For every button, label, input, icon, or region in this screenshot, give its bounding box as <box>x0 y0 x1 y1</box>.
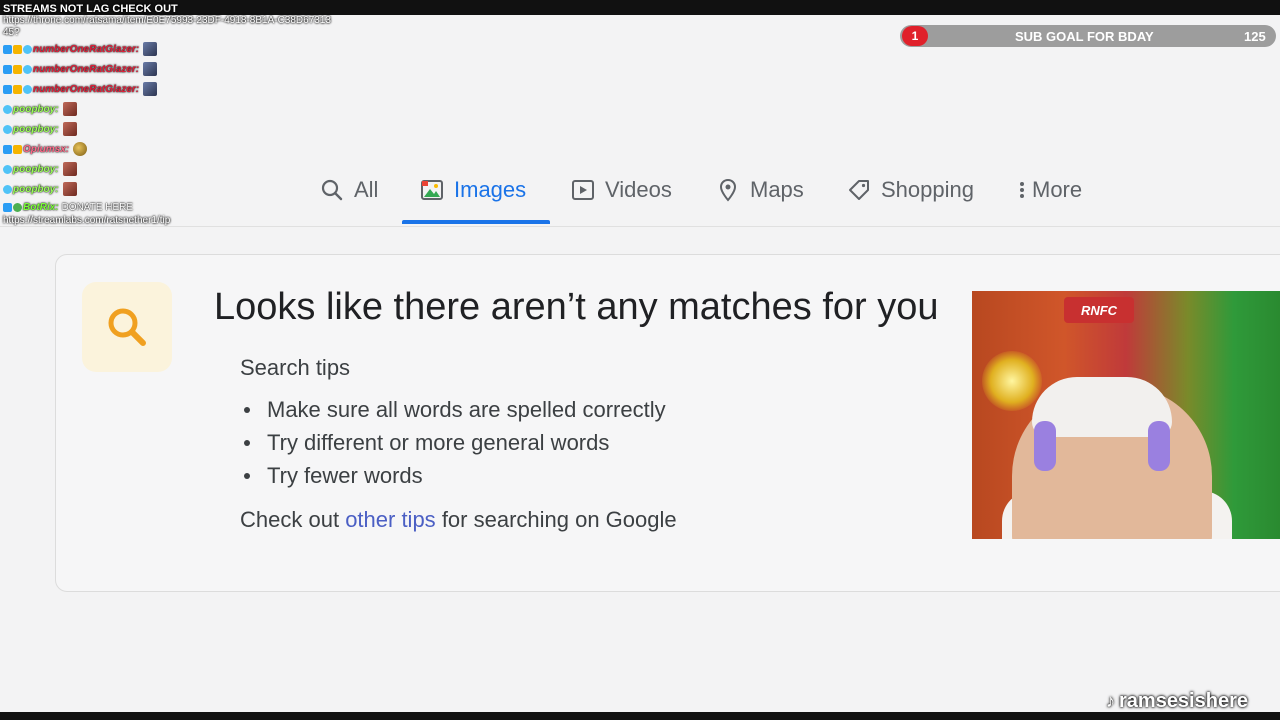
no-results-headline: Looks like there aren’t any matches for … <box>214 286 939 328</box>
search-tip: Try fewer words <box>240 459 666 492</box>
verified-badge-icon <box>23 64 32 74</box>
sub-goal-label: SUB GOAL FOR BDAY <box>1015 29 1154 44</box>
emote-icon <box>143 42 158 56</box>
tab-label: Shopping <box>881 177 974 202</box>
tab-images[interactable]: Images <box>420 160 526 220</box>
emote-icon <box>143 82 158 96</box>
chat-username: poopboy: <box>13 103 59 115</box>
chat-header-line: STREAMS NOT LAG CHECK OUT <box>3 3 178 15</box>
chat-header-url: https://throne.com/ratsama/item/E0E75993… <box>3 15 331 38</box>
crown-badge-icon <box>13 84 22 94</box>
magnifier-icon <box>108 308 146 346</box>
chat-username: numberOneRatGlazer: <box>33 43 140 55</box>
chat-username: numberOneRatGlazer: <box>33 63 140 75</box>
map-pin-icon <box>719 178 737 202</box>
chat-message: numberOneRatGlazer: <box>3 79 343 99</box>
tab-label: All <box>354 177 379 202</box>
chat-username: numberOneRatGlazer: <box>33 83 140 95</box>
chat-username: Opiumsx: <box>23 143 70 155</box>
tab-videos[interactable]: Videos <box>571 160 672 220</box>
watermark-handle: ramsesishere <box>1119 690 1248 712</box>
emote-icon <box>73 142 88 156</box>
search-tip: Try different or more general words <box>240 426 666 459</box>
chat-message: poopboy: <box>3 99 343 119</box>
active-tab-indicator <box>402 220 550 224</box>
lamp-light <box>982 351 1042 411</box>
crown-badge-icon <box>13 64 22 74</box>
emote-icon <box>143 62 158 76</box>
checkout-line: Check out other tips for searching on Go… <box>240 507 677 533</box>
tab-label: Images <box>454 177 527 202</box>
search-icon <box>321 179 343 201</box>
verified-badge-icon <box>3 104 12 114</box>
search-tip: Make sure all words are spelled correctl… <box>240 393 666 426</box>
search-tabs: All Images Videos Maps Shopping More <box>0 160 1280 226</box>
more-vert-icon <box>1020 182 1024 198</box>
verified-badge-icon <box>3 124 12 134</box>
other-tips-link[interactable]: other tips <box>345 507 436 532</box>
verified-badge-icon <box>23 44 32 54</box>
checkout-prefix: Check out <box>240 507 340 532</box>
tiktok-watermark: ♪ ramsesishere <box>1106 690 1248 713</box>
prime-badge-icon <box>3 44 12 54</box>
emote-icon <box>62 102 77 116</box>
play-icon <box>572 180 594 200</box>
search-illustration <box>82 282 172 372</box>
verified-badge-icon <box>23 84 32 94</box>
tag-icon <box>849 180 869 200</box>
tab-label: More <box>1032 177 1083 202</box>
chat-message: numberOneRatGlazer: <box>3 39 343 59</box>
tab-maps[interactable]: Maps <box>716 160 804 220</box>
chat-message: numberOneRatGlazer: <box>3 59 343 79</box>
room-banner: RNFC <box>1064 297 1134 323</box>
emote-icon <box>62 122 77 136</box>
tab-shopping[interactable]: Shopping <box>847 160 974 220</box>
tab-more[interactable]: More <box>1016 160 1082 220</box>
headphone-right <box>1148 421 1170 471</box>
tab-label: Maps <box>750 177 804 202</box>
tab-label: Videos <box>605 177 672 202</box>
search-tips-title: Search tips <box>240 355 351 380</box>
sub-goal-target: 125 <box>1244 29 1266 44</box>
sub-goal-current: 1 <box>902 26 928 46</box>
stream-bottom-bar <box>0 712 1280 720</box>
tab-all[interactable]: All <box>320 160 378 220</box>
image-icon <box>421 180 443 200</box>
crown-badge-icon <box>13 44 22 54</box>
search-tips-list: Make sure all words are spelled correctl… <box>240 393 666 492</box>
prime-badge-icon <box>3 64 12 74</box>
crown-badge-icon <box>13 144 22 154</box>
tiktok-logo-icon: ♪ <box>1106 691 1115 711</box>
chat-username: poopboy: <box>13 123 59 135</box>
chat-message: Opiumsx: <box>3 139 343 159</box>
streamer-webcam: RNFC <box>972 291 1280 539</box>
prime-badge-icon <box>3 84 12 94</box>
checkout-suffix: for searching on Google <box>441 507 677 532</box>
headphone-left <box>1034 421 1056 471</box>
prime-badge-icon <box>3 144 12 154</box>
chat-message: poopboy: <box>3 119 343 139</box>
tabs-divider <box>0 226 1280 227</box>
